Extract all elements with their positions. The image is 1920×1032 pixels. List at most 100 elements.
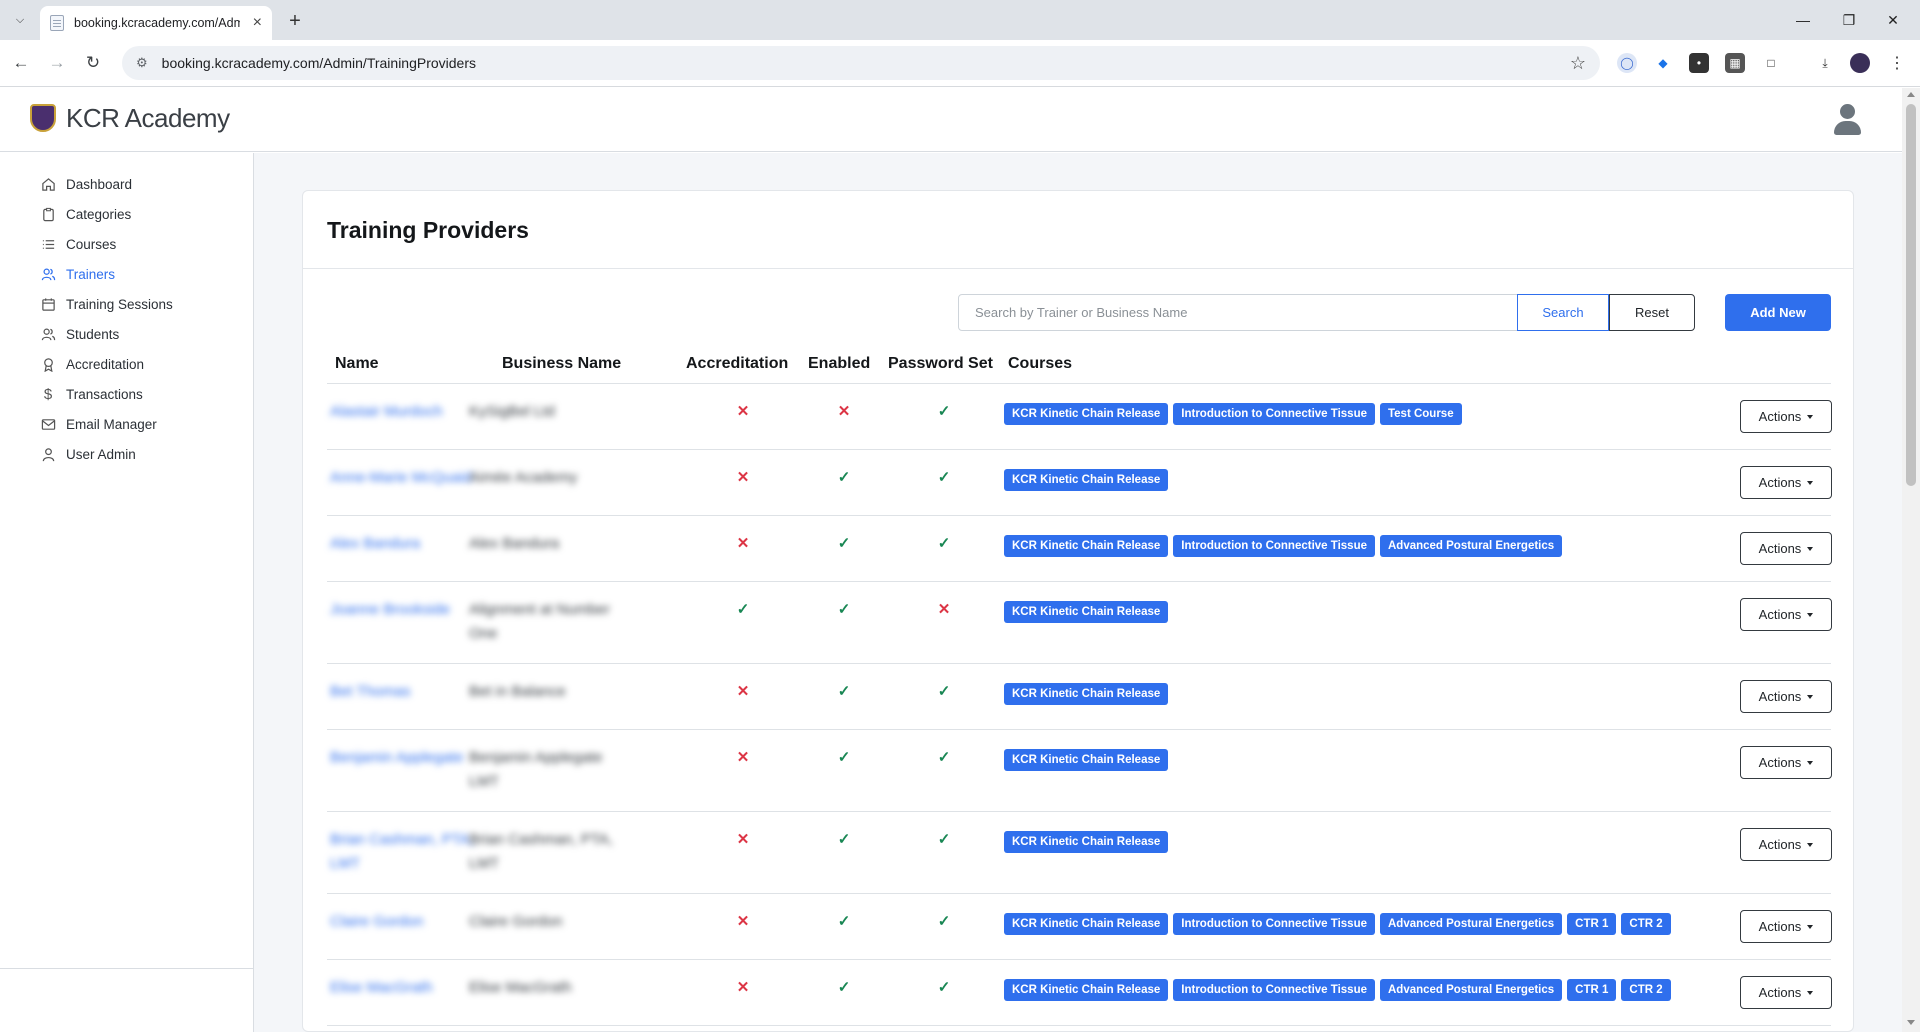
url-text[interactable]: booking.kcracademy.com/Admin/TrainingPro… bbox=[162, 55, 476, 71]
sidebar-item-label: Trainers bbox=[66, 266, 116, 282]
actions-dropdown-button[interactable]: Actions bbox=[1740, 532, 1832, 565]
sidebar-item-dashboard[interactable]: Dashboard bbox=[40, 172, 132, 196]
profile-avatar-icon[interactable] bbox=[1850, 53, 1870, 73]
browser-toolbar: ← → ↻ ⚙ booking.kcracademy.com/Admin/Tra… bbox=[0, 40, 1920, 87]
actions-dropdown-button[interactable]: Actions bbox=[1740, 598, 1832, 631]
sidebar: Dashboard Categories Courses Trainers Tr… bbox=[0, 153, 254, 1032]
trainer-name-link[interactable]: Benjamin Applegate bbox=[330, 746, 480, 770]
browser-tab[interactable]: booking.kcracademy.com/Adm × bbox=[40, 6, 272, 40]
award-icon bbox=[40, 356, 56, 372]
sidebar-item-trainers[interactable]: Trainers bbox=[40, 262, 115, 286]
kcr-logo-icon[interactable] bbox=[30, 104, 56, 132]
actions-dropdown-button[interactable]: Actions bbox=[1740, 746, 1832, 779]
accreditation-check-icon: ✓ bbox=[736, 601, 750, 618]
sidebar-item-accreditation[interactable]: Accreditation bbox=[40, 352, 144, 376]
actions-dropdown-button[interactable]: Actions bbox=[1740, 828, 1832, 861]
business-name: Elise MacGrath bbox=[469, 979, 572, 996]
forward-arrow-icon[interactable]: → bbox=[44, 50, 70, 76]
actions-label: Actions bbox=[1758, 607, 1802, 622]
actions-dropdown-button[interactable]: Actions bbox=[1740, 976, 1832, 1009]
course-badge: KCR Kinetic Chain Release bbox=[1004, 469, 1169, 491]
enabled-check-icon: ✓ bbox=[837, 535, 851, 552]
sidebar-item-label: User Admin bbox=[66, 446, 136, 462]
column-header-accreditation[interactable]: Accreditation bbox=[686, 355, 788, 373]
sidebar-item-training-sessions[interactable]: Training Sessions bbox=[40, 292, 173, 316]
actions-dropdown-button[interactable]: Actions bbox=[1740, 400, 1832, 433]
extension-3-icon[interactable]: • bbox=[1689, 53, 1709, 73]
sidebar-item-label: Transactions bbox=[66, 386, 143, 402]
page-scrollbar[interactable] bbox=[1902, 88, 1920, 1032]
sidebar-item-user-admin[interactable]: User Admin bbox=[40, 442, 136, 466]
scroll-down-arrow-icon[interactable] bbox=[1907, 1020, 1915, 1025]
browser-menu-icon[interactable]: ⋮ bbox=[1887, 53, 1907, 73]
caret-down-icon bbox=[1807, 924, 1814, 929]
table-row: Brian Cashman, PTA, LMT Brian Cashman, PT… bbox=[327, 812, 1832, 894]
password-set-check-icon: ✓ bbox=[937, 403, 951, 420]
actions-dropdown-button[interactable]: Actions bbox=[1740, 910, 1832, 943]
dollar-icon: $ bbox=[43, 385, 53, 403]
app-header: KCR Academy bbox=[0, 88, 1902, 152]
course-badge: KCR Kinetic Chain Release bbox=[1004, 749, 1169, 771]
bookmark-star-icon[interactable]: ☆ bbox=[1570, 53, 1586, 74]
enabled-check-icon: ✓ bbox=[837, 601, 851, 618]
tab-close-icon[interactable]: × bbox=[253, 14, 262, 32]
scrollbar-thumb[interactable] bbox=[1906, 104, 1916, 486]
trainer-name-link[interactable]: Brian Cashman, PTA, LMT bbox=[330, 828, 480, 876]
sidebar-item-email-manager[interactable]: Email Manager bbox=[40, 412, 157, 436]
trainer-name-link[interactable]: Elise MacGrath bbox=[330, 976, 480, 1000]
enabled-check-icon: ✓ bbox=[837, 683, 851, 700]
trainer-name-link[interactable]: Claire Gordon bbox=[330, 910, 480, 934]
column-header-enabled[interactable]: Enabled bbox=[808, 355, 870, 373]
trainer-name-link[interactable]: Joanne Brookside bbox=[330, 598, 480, 622]
business-name: KySigBel Ltd bbox=[469, 403, 555, 420]
extension-2-icon[interactable]: ◆ bbox=[1653, 53, 1673, 73]
extension-4-icon[interactable]: ▦ bbox=[1725, 53, 1745, 73]
new-tab-plus-icon[interactable]: + bbox=[282, 8, 308, 34]
trainer-name-link[interactable]: Bet Thomas bbox=[330, 680, 480, 704]
address-bar[interactable]: ⚙ booking.kcracademy.com/Admin/TrainingP… bbox=[122, 46, 1600, 80]
caret-down-icon bbox=[1807, 612, 1814, 617]
trainer-name-link[interactable]: Alex Bandura bbox=[330, 532, 480, 556]
course-badge: CTR 1 bbox=[1567, 913, 1617, 935]
brand-name[interactable]: KCR Academy bbox=[66, 103, 230, 134]
sidebar-item-transactions[interactable]: $ Transactions bbox=[40, 382, 143, 406]
sidebar-item-categories[interactable]: Categories bbox=[40, 202, 131, 226]
extension-1-icon[interactable]: ◯ bbox=[1617, 53, 1637, 73]
tab-search-chevron-icon[interactable]: ⌵ bbox=[8, 8, 32, 32]
minimize-icon[interactable]: — bbox=[1790, 8, 1816, 32]
password-set-check-icon: ✓ bbox=[937, 749, 951, 766]
sidebar-item-students[interactable]: Students bbox=[40, 322, 119, 346]
back-arrow-icon[interactable]: ← bbox=[8, 50, 34, 76]
column-header-name[interactable]: Name bbox=[335, 355, 379, 373]
actions-dropdown-button[interactable]: Actions bbox=[1740, 466, 1832, 499]
sidebar-item-label: Categories bbox=[66, 206, 132, 222]
search-input[interactable] bbox=[958, 294, 1518, 331]
enabled-check-icon: ✓ bbox=[837, 469, 851, 486]
caret-down-icon bbox=[1807, 842, 1814, 847]
column-header-business-name[interactable]: Business Name bbox=[502, 355, 621, 373]
sidebar-item-courses[interactable]: Courses bbox=[40, 232, 116, 256]
actions-dropdown-button[interactable]: Actions bbox=[1740, 680, 1832, 713]
users-icon bbox=[40, 266, 56, 282]
site-info-icon[interactable]: ⚙ bbox=[136, 55, 148, 71]
restore-icon[interactable]: ❐ bbox=[1836, 8, 1862, 32]
downloads-icon[interactable]: ⤓ bbox=[1815, 53, 1835, 73]
trainer-name-link[interactable]: Alastair Murdoch bbox=[330, 400, 480, 424]
reset-button[interactable]: Reset bbox=[1609, 294, 1695, 331]
scroll-up-arrow-icon[interactable] bbox=[1907, 92, 1915, 97]
user-avatar-icon[interactable] bbox=[1832, 104, 1862, 136]
sidebar-item-label: Courses bbox=[66, 236, 117, 252]
close-window-icon[interactable]: ✕ bbox=[1880, 8, 1906, 32]
column-header-password-set[interactable]: Password Set bbox=[888, 355, 993, 373]
table-row: Anne-Marie McQuaid Aimée Academy ✕ ✓ ✓ KCR Ki… bbox=[327, 450, 1832, 516]
search-button[interactable]: Search bbox=[1517, 294, 1609, 331]
add-new-button[interactable]: Add New bbox=[1725, 294, 1831, 331]
table-row: Bet Thomas Bet in Balance ✕ ✓ ✓ KCR Kinetic C… bbox=[327, 664, 1832, 730]
extensions-puzzle-icon[interactable]: □ bbox=[1761, 53, 1781, 73]
reload-icon[interactable]: ↻ bbox=[80, 50, 106, 76]
column-header-courses[interactable]: Courses bbox=[1008, 355, 1072, 373]
course-badge: Introduction to Connective Tissue bbox=[1173, 979, 1375, 1001]
accreditation-cross-icon: ✕ bbox=[736, 535, 750, 552]
trainer-name-link[interactable]: Anne-Marie McQuaid bbox=[330, 466, 480, 490]
actions-label: Actions bbox=[1758, 919, 1802, 934]
